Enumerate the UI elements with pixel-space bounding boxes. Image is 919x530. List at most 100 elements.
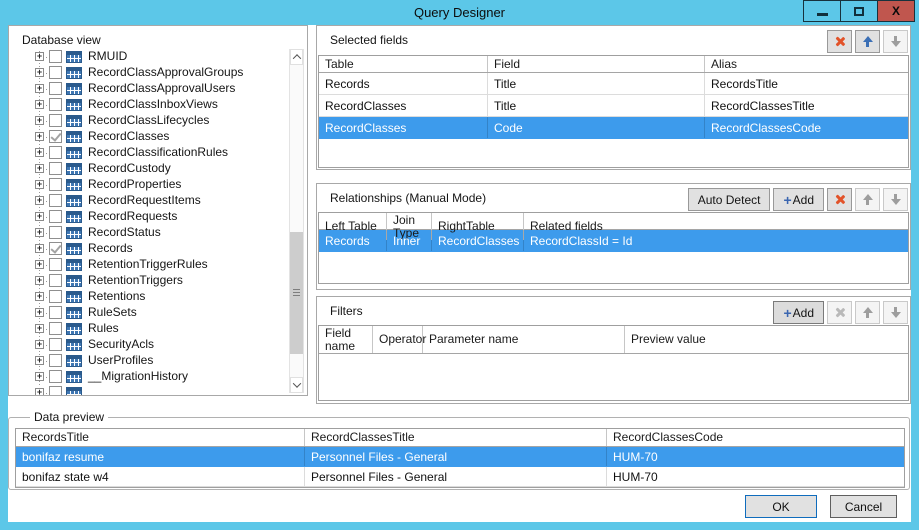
checkbox[interactable] [49, 258, 62, 271]
tree-item[interactable]: RecordCustody [9, 161, 285, 177]
delete-button[interactable] [827, 301, 852, 324]
scrollbar-thumb[interactable] [290, 232, 303, 354]
scroll-down-button[interactable] [290, 377, 303, 393]
move-up-button[interactable] [855, 30, 880, 53]
checkbox[interactable] [49, 146, 62, 159]
expand-plus-icon[interactable] [35, 212, 44, 221]
move-down-button[interactable] [883, 301, 908, 324]
expand-plus-icon[interactable] [35, 292, 44, 301]
minimize-button[interactable] [803, 0, 841, 22]
checkbox[interactable] [49, 354, 62, 367]
tree-item[interactable]: RMUID [9, 49, 285, 65]
table-row[interactable]: bonifaz state w4Personnel Files - Genera… [16, 467, 904, 487]
checkbox[interactable] [49, 290, 62, 303]
tree-item[interactable]: RecordClassApprovalUsers [9, 81, 285, 97]
checkbox[interactable] [49, 130, 62, 143]
tree-item[interactable]: Rules [9, 321, 285, 337]
checkbox[interactable] [49, 306, 62, 319]
auto-detect-button[interactable]: Auto Detect [688, 188, 771, 211]
tree-item[interactable]: RecordClassificationRules [9, 145, 285, 161]
expand-plus-icon[interactable] [35, 196, 44, 205]
column-header[interactable]: Table [319, 56, 488, 72]
checkbox[interactable] [49, 66, 62, 79]
expand-plus-icon[interactable] [35, 260, 44, 269]
checkbox[interactable] [49, 114, 62, 127]
tree-item[interactable]: __MigrationHistory [9, 369, 285, 385]
delete-button[interactable] [827, 188, 852, 211]
expand-plus-icon[interactable] [35, 244, 44, 253]
table-row[interactable]: bonifaz resumePersonnel Files - GeneralH… [16, 447, 904, 467]
checkbox[interactable] [49, 98, 62, 111]
expand-plus-icon[interactable] [35, 52, 44, 61]
column-header[interactable]: RecordClassesCode [607, 429, 904, 446]
checkbox[interactable] [49, 210, 62, 223]
checkbox[interactable] [49, 370, 62, 383]
checkbox[interactable] [49, 226, 62, 239]
expand-plus-icon[interactable] [35, 324, 44, 333]
expand-plus-icon[interactable] [35, 372, 44, 381]
add-button[interactable]: +Add [773, 301, 824, 324]
tree-item[interactable]: RecordRequestItems [9, 193, 285, 209]
checkbox[interactable] [49, 242, 62, 255]
tree-item[interactable]: RecordStatus [9, 225, 285, 241]
tree-item[interactable]: UserProfiles [9, 353, 285, 369]
scroll-up-button[interactable] [290, 49, 303, 65]
expand-plus-icon[interactable] [35, 308, 44, 317]
expand-plus-icon[interactable] [35, 116, 44, 125]
column-header[interactable]: Operator [373, 326, 423, 353]
maximize-button[interactable] [840, 0, 878, 22]
tree-item[interactable]: RetentionTriggers [9, 273, 285, 289]
column-header[interactable]: Alias [705, 56, 908, 72]
column-header[interactable]: RecordsTitle [16, 429, 305, 446]
close-button[interactable]: X [877, 0, 915, 22]
checkbox[interactable] [49, 274, 62, 287]
add-button[interactable]: +Add [773, 188, 824, 211]
table-row[interactable]: RecordsInnerRecordClassesRecordClassId =… [319, 230, 908, 252]
expand-plus-icon[interactable] [35, 164, 44, 173]
tree-item[interactable]: RecordClassApprovalGroups [9, 65, 285, 81]
checkbox[interactable] [49, 322, 62, 335]
cancel-button[interactable]: Cancel [830, 495, 897, 518]
column-header[interactable]: Field [488, 56, 705, 72]
tree-item[interactable]: Retentions [9, 289, 285, 305]
checkbox[interactable] [49, 162, 62, 175]
expand-plus-icon[interactable] [35, 68, 44, 77]
tree-item[interactable]: Records [9, 241, 285, 257]
move-down-button[interactable] [883, 188, 908, 211]
tree-item[interactable]: RecordProperties [9, 177, 285, 193]
checkbox[interactable] [49, 338, 62, 351]
tree-item[interactable] [9, 385, 285, 395]
expand-plus-icon[interactable] [35, 228, 44, 237]
move-down-button[interactable] [883, 30, 908, 53]
titlebar[interactable]: Query Designer X [0, 0, 919, 25]
delete-button[interactable] [827, 30, 852, 53]
tree-item[interactable]: RecordClasses [9, 129, 285, 145]
tree-item[interactable]: RetentionTriggerRules [9, 257, 285, 273]
column-header[interactable]: Field name [319, 326, 373, 353]
table-row[interactable]: RecordClassesTitleRecordClassesTitle [319, 95, 908, 117]
checkbox[interactable] [49, 178, 62, 191]
expand-plus-icon[interactable] [35, 276, 44, 285]
column-header[interactable]: Preview value [625, 326, 908, 353]
expand-plus-icon[interactable] [35, 340, 44, 349]
expand-plus-icon[interactable] [35, 132, 44, 141]
table-row[interactable]: RecordsTitleRecordsTitle [319, 73, 908, 95]
expand-plus-icon[interactable] [35, 84, 44, 93]
expand-plus-icon[interactable] [35, 356, 44, 365]
checkbox[interactable] [49, 194, 62, 207]
tree-item[interactable]: RecordClassInboxViews [9, 97, 285, 113]
expand-plus-icon[interactable] [35, 148, 44, 157]
table-row[interactable]: RecordClassesCodeRecordClassesCode [319, 117, 908, 139]
tree-scrollbar[interactable] [289, 49, 304, 393]
checkbox[interactable] [49, 82, 62, 95]
checkbox[interactable] [49, 386, 62, 395]
tree-item[interactable]: RecordRequests [9, 209, 285, 225]
ok-button[interactable]: OK [745, 495, 817, 518]
checkbox[interactable] [49, 50, 62, 63]
expand-plus-icon[interactable] [35, 100, 44, 109]
move-up-button[interactable] [855, 188, 880, 211]
tree-item[interactable]: RuleSets [9, 305, 285, 321]
expand-plus-icon[interactable] [35, 180, 44, 189]
column-header[interactable]: Parameter name [423, 326, 625, 353]
expand-plus-icon[interactable] [35, 388, 44, 395]
